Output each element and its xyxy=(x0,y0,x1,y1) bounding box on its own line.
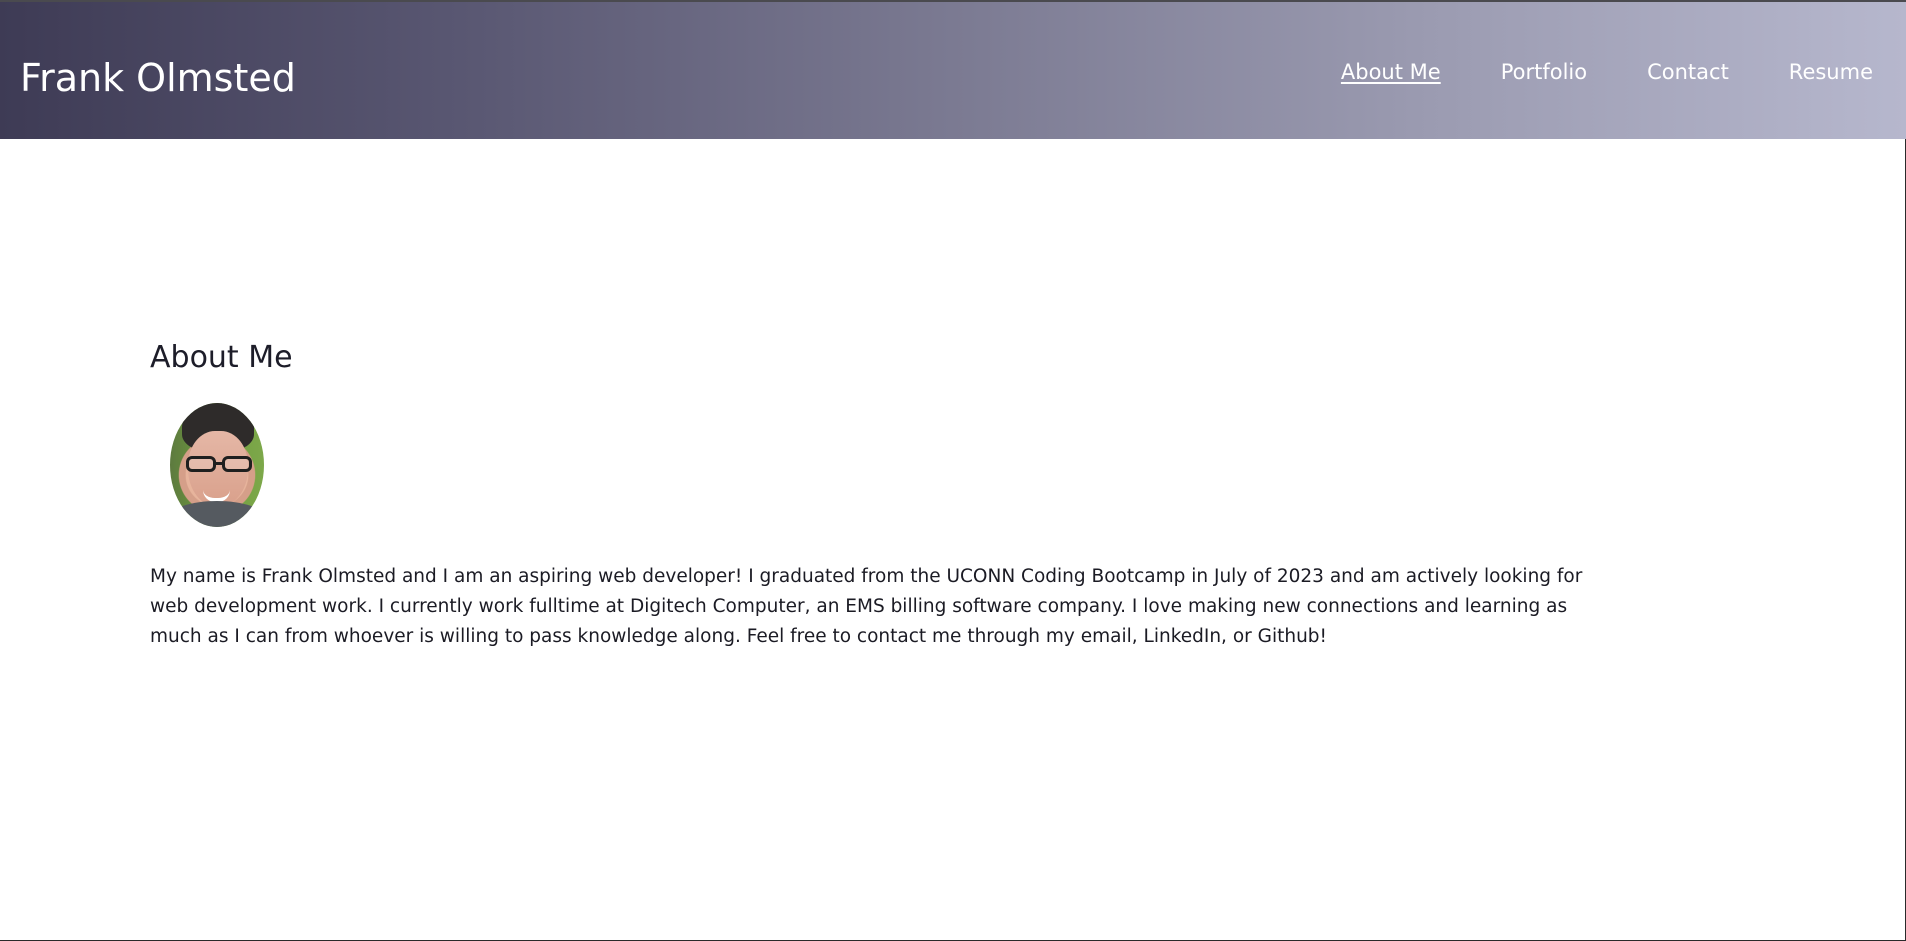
nav-contact-link[interactable]: Contact xyxy=(1647,56,1729,88)
about-section: About Me My name is Frank Olmsted and I … xyxy=(150,338,1620,647)
page-title: About Me xyxy=(150,340,293,375)
site-header: Frank Olmsted About Me Portfolio Contact… xyxy=(0,0,1906,139)
right-lens-icon xyxy=(222,456,252,472)
about-me-paragraph: My name is Frank Olmsted and I am an asp… xyxy=(150,566,1583,647)
left-lens-icon xyxy=(186,456,216,472)
profile-shirt xyxy=(170,501,264,527)
nav-resume-link[interactable]: Resume xyxy=(1789,56,1873,88)
profile-glasses-icon xyxy=(181,456,257,476)
profile-photo xyxy=(170,403,264,527)
nav-portfolio-link[interactable]: Portfolio xyxy=(1501,56,1587,88)
nav-about-me-link[interactable]: About Me xyxy=(1341,56,1441,88)
main-nav: About Me Portfolio Contact Resume xyxy=(1341,56,1873,88)
site-brand: Frank Olmsted xyxy=(20,56,296,100)
